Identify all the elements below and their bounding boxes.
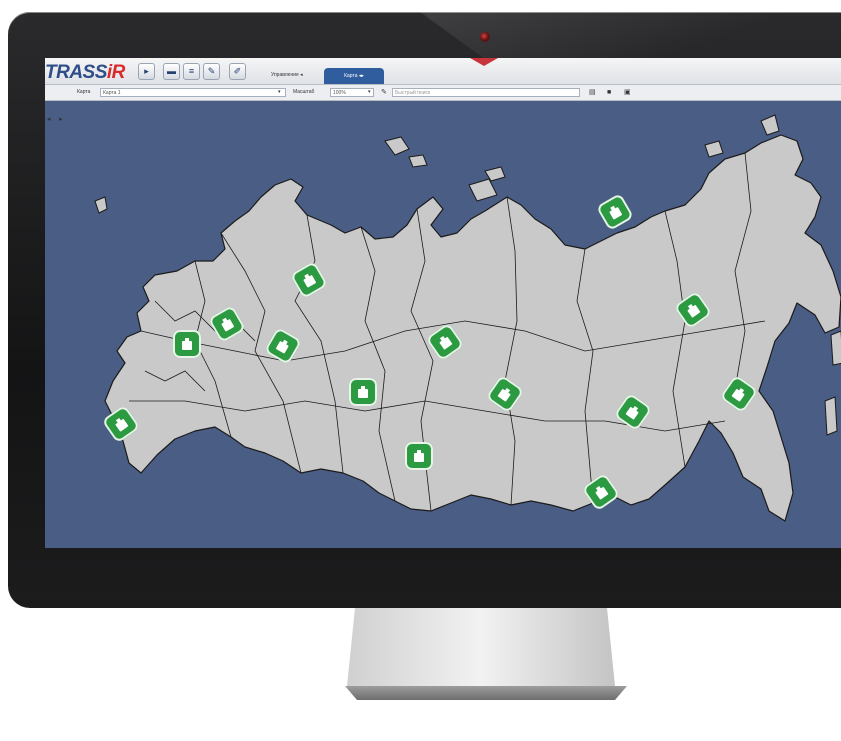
camera-marker[interactable]	[289, 260, 329, 300]
camera-icon	[276, 339, 289, 354]
camera-marker[interactable]	[595, 192, 635, 232]
camera-icon	[687, 303, 701, 318]
camera-marker[interactable]	[425, 322, 465, 362]
camera-marker[interactable]	[207, 304, 247, 344]
camera-marker[interactable]	[405, 442, 433, 470]
camera-icon	[303, 273, 316, 288]
camera-marker[interactable]	[101, 404, 141, 444]
webcam	[480, 32, 490, 42]
camera-icon	[595, 485, 609, 500]
camera-icon	[625, 405, 639, 420]
camera-icon	[439, 335, 453, 350]
camera-icon	[182, 338, 192, 350]
camera-marker[interactable]	[719, 374, 759, 414]
app-screen: TRASSiR ▸ ▬ ≡ ✎ ✐ Управление ◂ Карта ◂▸ …	[45, 58, 841, 548]
camera-marker[interactable]	[349, 378, 377, 406]
camera-marker[interactable]	[613, 392, 653, 432]
camera-marker[interactable]	[263, 326, 303, 366]
camera-marker[interactable]	[673, 290, 713, 330]
camera-icon	[609, 205, 622, 220]
camera-icon	[115, 417, 129, 432]
camera-icon	[221, 317, 234, 332]
camera-icon	[731, 387, 745, 402]
camera-marker[interactable]	[173, 330, 201, 358]
camera-marker[interactable]	[581, 472, 621, 512]
camera-marker[interactable]	[485, 374, 525, 414]
camera-icon	[358, 386, 368, 398]
marker-layer	[45, 58, 841, 548]
camera-icon	[497, 387, 511, 402]
monitor-stand	[345, 608, 627, 700]
camera-icon	[414, 450, 424, 462]
